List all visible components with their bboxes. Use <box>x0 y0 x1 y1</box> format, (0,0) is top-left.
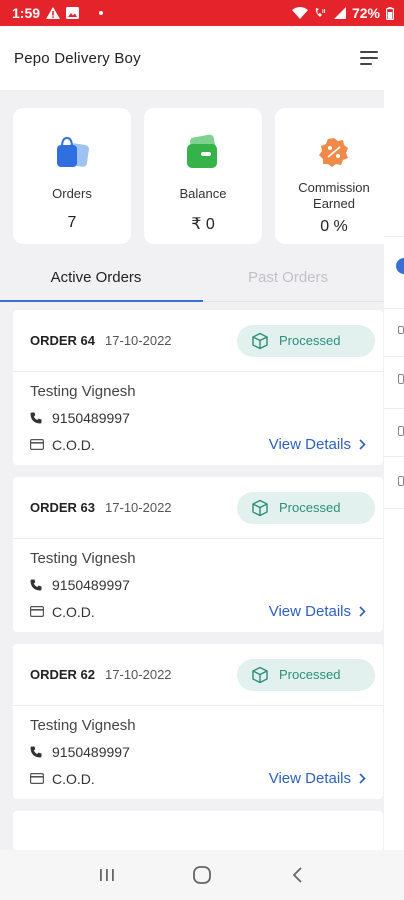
stat-label-commission-line1: Commission <box>298 180 370 195</box>
payment-method: C.O.D. <box>52 436 95 453</box>
drawer-divider <box>384 456 404 457</box>
drawer-item-icon <box>398 476 404 486</box>
status-text: Processed <box>279 500 341 515</box>
order-card[interactable]: ORDER 63 17-10-2022 Processed Testing Vi… <box>13 477 383 632</box>
stat-value-balance: ₹ 0 <box>191 216 215 233</box>
drawer-divider <box>384 508 404 509</box>
drawer-item-icon <box>398 426 404 436</box>
app-screen: Pepo Delivery Boy Orders 7 Balance ₹ 0 C… <box>0 26 384 850</box>
customer-name: Testing Vignesh <box>30 550 136 567</box>
customer-phone[interactable]: 9150489997 <box>52 410 130 426</box>
customer-name: Testing Vignesh <box>30 717 136 734</box>
tab-past-orders[interactable]: Past Orders <box>192 254 384 301</box>
stat-label-commission-line2: Earned <box>313 196 355 211</box>
status-badge: Processed <box>237 491 375 524</box>
order-date: 17-10-2022 <box>105 333 172 348</box>
stat-label-orders: Orders <box>52 186 92 201</box>
status-bar: 1:59 il 72% <box>0 0 404 26</box>
app-title: Pepo Delivery Boy <box>14 49 141 67</box>
back-icon <box>292 867 302 883</box>
stat-value-orders: 7 <box>67 214 77 231</box>
order-number: ORDER 63 <box>30 500 96 515</box>
recent-apps-icon <box>100 869 115 881</box>
wallet-icon <box>187 134 217 168</box>
order-number: ORDER 64 <box>30 333 96 348</box>
notification-dot-icon <box>99 11 104 15</box>
view-details-label: View Details <box>268 436 351 453</box>
payment-method: C.O.D. <box>52 603 95 620</box>
phone-icon <box>30 746 44 758</box>
tab-active-orders[interactable]: Active Orders <box>0 254 192 301</box>
package-icon <box>252 332 268 349</box>
chevron-right-icon <box>359 606 366 617</box>
wifi-icon <box>291 7 308 19</box>
status-text: Processed <box>279 333 341 348</box>
customer-phone[interactable]: 9150489997 <box>52 744 130 760</box>
tab-indicator <box>0 300 203 302</box>
view-details-label: View Details <box>268 770 351 787</box>
view-details-label: View Details <box>268 603 351 620</box>
package-icon <box>252 666 268 683</box>
view-details-link[interactable]: View Details <box>269 436 366 453</box>
stat-label-balance: Balance <box>179 186 227 201</box>
app-header: Pepo Delivery Boy <box>0 26 384 90</box>
alert-icon <box>46 7 61 19</box>
phone-icon <box>30 579 44 591</box>
status-badge: Processed <box>237 658 375 691</box>
battery-icon <box>386 6 394 20</box>
drawer-divider <box>384 408 404 409</box>
order-card-partial <box>13 811 383 850</box>
card-icon <box>30 439 44 450</box>
order-number: ORDER 62 <box>30 667 96 682</box>
chevron-right-icon <box>359 439 366 450</box>
stat-label-commission: Commission Earned <box>298 180 370 212</box>
back-button[interactable] <box>283 861 311 889</box>
shopping-bag-icon <box>57 136 89 167</box>
view-details-link[interactable]: View Details <box>269 603 366 620</box>
customer-phone[interactable]: 9150489997 <box>52 577 130 593</box>
order-tabs: Active Orders Past Orders <box>0 254 384 302</box>
order-card[interactable]: ORDER 62 17-10-2022 Processed Testing Vi… <box>13 644 383 799</box>
phone-icon <box>30 412 44 424</box>
drawer-divider <box>384 308 404 309</box>
volte-call-icon: il <box>314 7 328 19</box>
order-list: ORDER 64 17-10-2022 Processed Testing Vi… <box>0 310 384 850</box>
card-icon <box>30 606 44 617</box>
status-time: 1:59 <box>12 5 41 21</box>
menu-icon[interactable] <box>360 51 378 65</box>
stat-card-orders[interactable]: Orders 7 <box>13 108 131 244</box>
battery-percent: 72% <box>351 5 380 21</box>
recent-apps-button[interactable] <box>93 861 121 889</box>
commission-badge-icon <box>319 138 348 167</box>
order-card[interactable]: ORDER 64 17-10-2022 Processed Testing Vi… <box>13 310 383 465</box>
status-badge: Processed <box>237 324 375 357</box>
view-details-link[interactable]: View Details <box>269 770 366 787</box>
payment-method: C.O.D. <box>52 770 95 787</box>
drawer-avatar-icon <box>396 258 404 274</box>
package-icon <box>252 499 268 516</box>
signal-icon <box>333 7 346 19</box>
drawer-item-icon <box>398 374 404 384</box>
status-text: Processed <box>279 667 341 682</box>
system-nav-bar <box>0 850 404 900</box>
side-drawer-edge[interactable] <box>384 26 404 850</box>
chevron-right-icon <box>359 773 366 784</box>
stat-value-commission: 0 % <box>320 218 348 235</box>
drawer-divider <box>384 356 404 357</box>
stats-row: Orders 7 Balance ₹ 0 Commission Earned 0… <box>0 90 384 244</box>
svg-text:il: il <box>322 9 326 15</box>
stat-card-commission[interactable]: Commission Earned 0 % <box>275 108 384 244</box>
drawer-item-icon <box>398 326 404 334</box>
order-date: 17-10-2022 <box>105 667 172 682</box>
card-icon <box>30 773 44 784</box>
gallery-icon <box>66 7 80 19</box>
drawer-divider <box>384 236 404 237</box>
home-icon <box>193 866 211 884</box>
order-date: 17-10-2022 <box>105 500 172 515</box>
customer-name: Testing Vignesh <box>30 383 136 400</box>
stat-card-balance[interactable]: Balance ₹ 0 <box>144 108 262 244</box>
home-button[interactable] <box>188 861 216 889</box>
